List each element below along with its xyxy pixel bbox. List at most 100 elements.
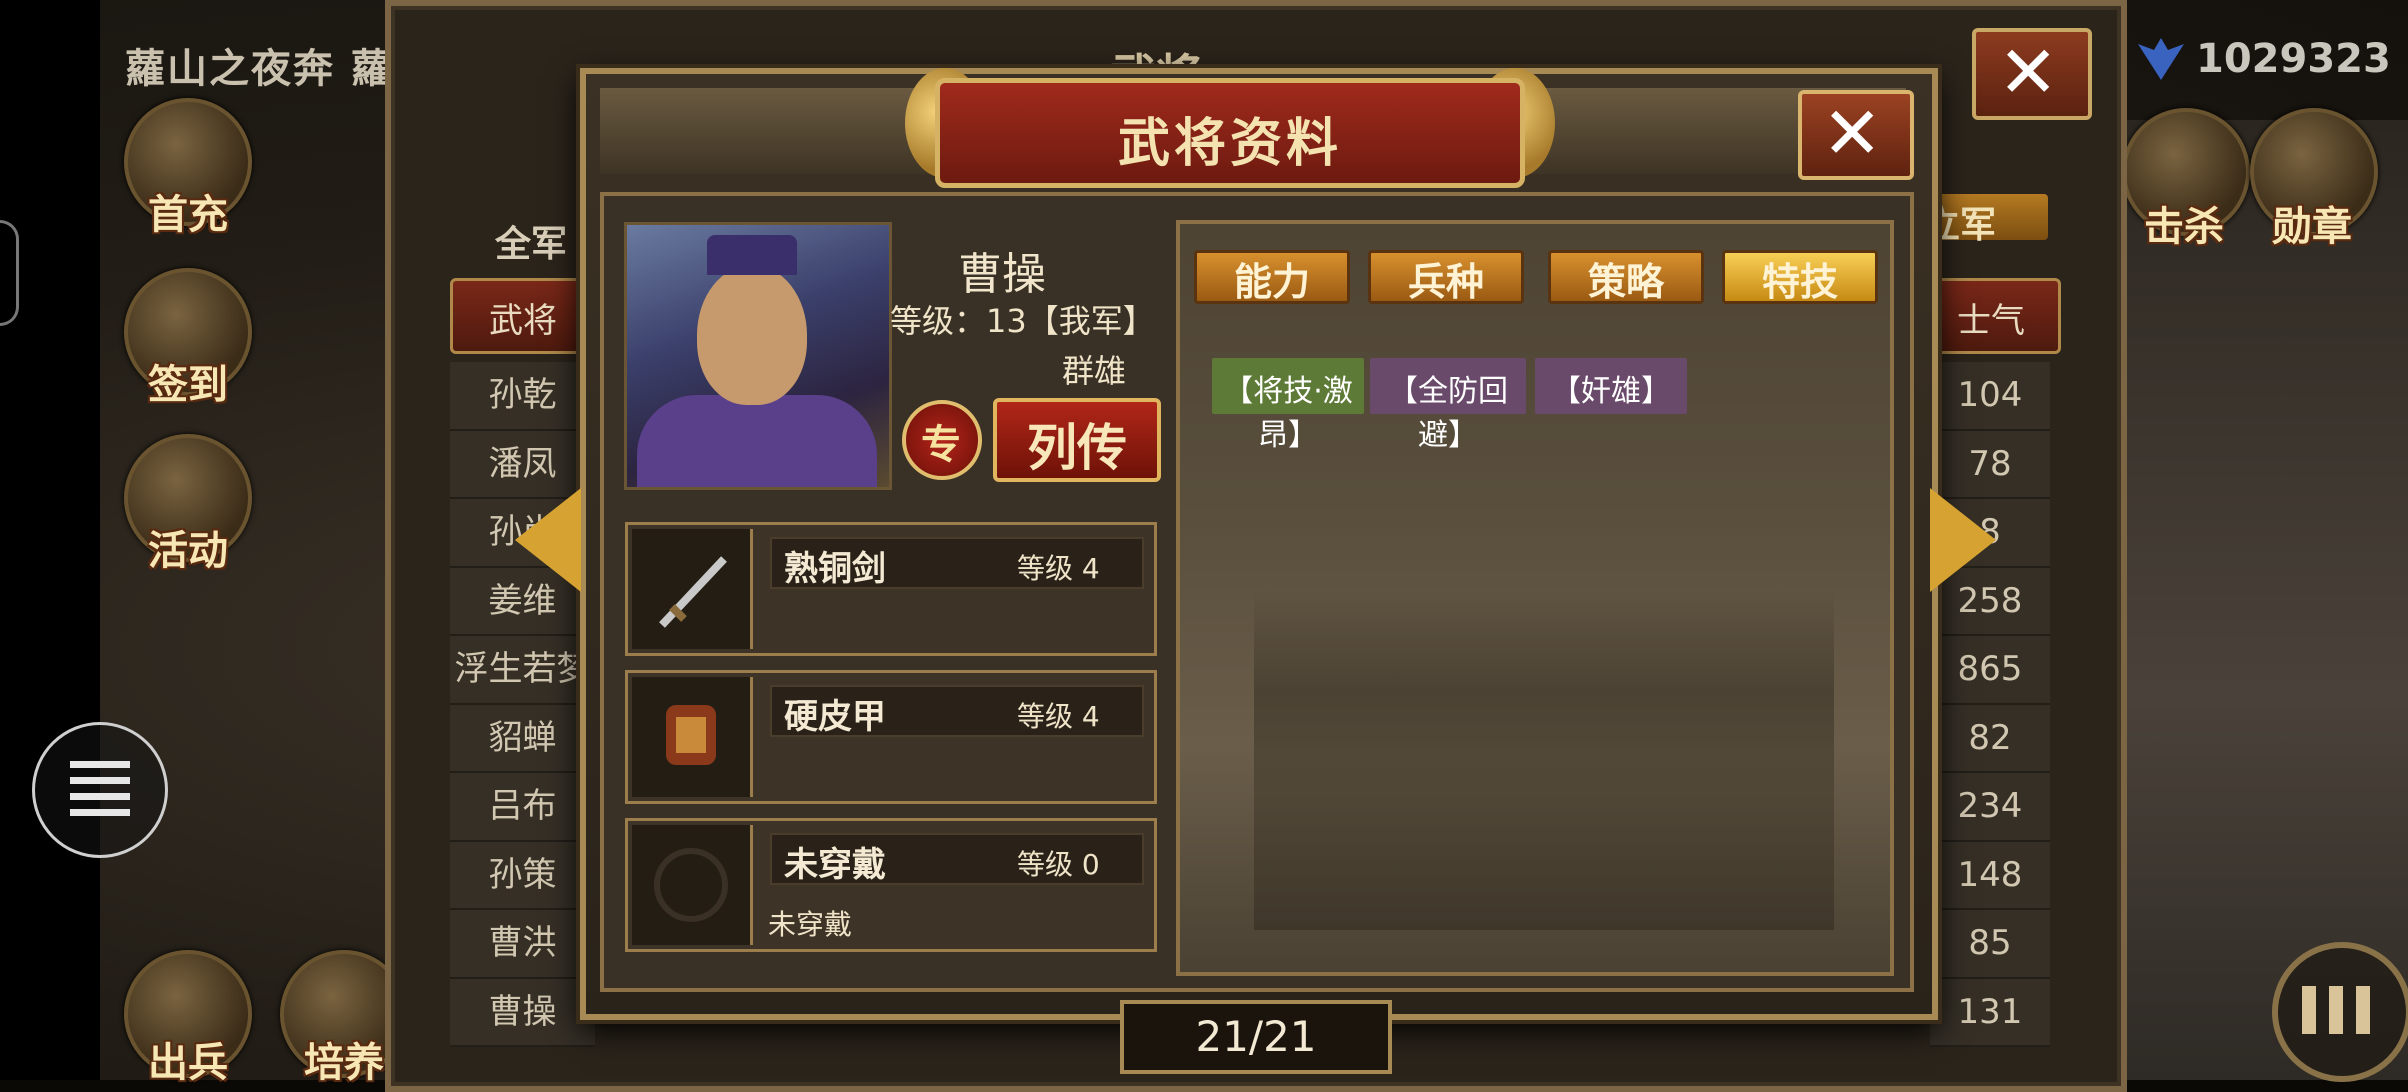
hero-portrait xyxy=(624,222,892,490)
tab-strategy-label: 策略 xyxy=(1587,260,1664,304)
dialog-close-button[interactable]: ✕ xyxy=(1798,90,1914,180)
list-item[interactable]: 曹操 xyxy=(450,978,595,1047)
equipment-name: 硬皮甲 xyxy=(784,697,886,737)
tab-ability[interactable]: 能力 xyxy=(1194,250,1350,304)
menu-bar-icon xyxy=(2356,986,2370,1034)
screen-notch xyxy=(0,220,19,326)
armor-icon xyxy=(632,677,753,797)
biography-button[interactable]: 列传 xyxy=(993,398,1161,482)
tab-strategy[interactable]: 策略 xyxy=(1548,250,1704,304)
menu-line-icon xyxy=(70,809,130,816)
tab-troop-type[interactable]: 兵种 xyxy=(1368,250,1524,304)
menu-line-icon xyxy=(70,777,130,784)
equipment-slot-empty[interactable]: 未穿戴 等级 0 未穿戴 xyxy=(625,818,1157,952)
medal-label: 勋章 xyxy=(2272,204,2352,250)
medal-button[interactable]: 勋章 xyxy=(2250,108,2378,250)
list-item[interactable]: 曹洪 xyxy=(450,910,595,979)
wing-icon xyxy=(2138,38,2184,80)
close-icon: ✕ xyxy=(1998,30,2059,114)
biography-label: 列传 xyxy=(1027,419,1127,477)
column-header-morale[interactable]: 士气 xyxy=(1930,278,2061,354)
column-header-general[interactable]: 武将 xyxy=(450,278,596,354)
tab-special-skill[interactable]: 特技 xyxy=(1722,250,1878,304)
equipment-name: 熟铜剑 xyxy=(784,549,886,589)
tab-troop-type-label: 兵种 xyxy=(1407,260,1484,304)
first-recharge-button[interactable]: 首充 xyxy=(124,98,252,238)
general-name-column: 孙乾 潘凤 孙尚 姜维 浮生若梦 貂蝉 吕布 孙策 曹洪 曹操 xyxy=(450,362,595,1047)
list-value: 131 xyxy=(1930,978,2050,1047)
list-value: 148 xyxy=(1930,841,2050,910)
close-icon: ✕ xyxy=(1822,91,1883,175)
equipment-level: 等级 4 xyxy=(1017,552,1100,585)
equipment-name-bar: 熟铜剑 等级 4 xyxy=(770,537,1144,589)
left-black-bar xyxy=(0,0,100,1080)
hero-name: 曹操 xyxy=(958,249,1046,300)
sword-icon xyxy=(632,529,753,649)
activity-button[interactable]: 活动 xyxy=(124,434,252,574)
checkin-button[interactable]: 签到 xyxy=(124,268,252,408)
hero-faction: 群雄 xyxy=(1062,352,1127,390)
floating-menu-button[interactable] xyxy=(32,722,168,858)
dialog-title-plate: 武将资料 xyxy=(935,78,1525,188)
kills-button[interactable]: 击杀 xyxy=(2122,108,2250,250)
column-header-morale-label: 士气 xyxy=(1957,301,2025,341)
currency-value: 1029323 xyxy=(2196,36,2391,82)
equipment-level: 等级 0 xyxy=(1017,848,1100,881)
list-value: 85 xyxy=(1930,910,2050,979)
tab-all-army[interactable]: 全军 xyxy=(495,215,567,267)
scenery-illustration xyxy=(1254,590,1834,930)
dragon-icon xyxy=(632,825,753,945)
page-number: 21/21 xyxy=(1195,1012,1317,1061)
dialog-title: 武将资料 xyxy=(1117,114,1342,174)
morale-value-column: 104 78 8 258 865 82 234 148 85 131 xyxy=(1930,362,2050,1047)
equipment-description: 未穿戴 xyxy=(768,908,853,941)
map-banner-title: 蘿山之夜奔 蘿 xyxy=(125,46,393,92)
deploy-button[interactable]: 出兵 xyxy=(124,950,252,1086)
tab-special-skill-label: 特技 xyxy=(1761,260,1838,304)
main-menu-button[interactable] xyxy=(2272,942,2408,1082)
equipment-name: 未穿戴 xyxy=(784,845,886,885)
kills-label: 击杀 xyxy=(2144,204,2224,250)
list-value: 82 xyxy=(1930,704,2050,773)
menu-bar-icon xyxy=(2329,986,2343,1034)
scene-right-wall xyxy=(2100,120,2408,1080)
list-item[interactable]: 吕布 xyxy=(450,773,595,842)
activity-label: 活动 xyxy=(148,528,228,574)
tab-ability-label: 能力 xyxy=(1233,260,1310,304)
equipment-level: 等级 4 xyxy=(1017,700,1100,733)
skill-label: 【全防回避】 xyxy=(1388,374,1508,453)
deploy-label: 出兵 xyxy=(148,1040,228,1086)
list-item[interactable]: 浮生若梦 xyxy=(450,636,595,705)
menu-line-icon xyxy=(70,761,130,768)
list-value: 865 xyxy=(1930,636,2050,705)
portrait-face xyxy=(697,265,807,405)
general-list-close-button[interactable]: ✕ xyxy=(1972,28,2092,120)
skill-label: 【将技·激昂】 xyxy=(1223,374,1353,453)
currency-display: 1029323 xyxy=(2114,30,2404,90)
cultivate-label: 培养 xyxy=(304,1040,384,1086)
skill-label: 【奸雄】 xyxy=(1551,374,1671,409)
equipment-name-bar: 未穿戴 等级 0 xyxy=(770,833,1144,885)
skill-badge[interactable]: 【奸雄】 xyxy=(1535,358,1687,414)
list-value: 234 xyxy=(1930,773,2050,842)
skill-badge[interactable]: 【将技·激昂】 xyxy=(1212,358,1364,453)
list-item[interactable]: 孙策 xyxy=(450,841,595,910)
column-header-general-label: 武将 xyxy=(489,301,557,341)
specialty-button[interactable]: 专 xyxy=(902,400,982,480)
page-indicator: 21/21 xyxy=(1120,1000,1392,1074)
menu-bar-icon xyxy=(2302,986,2316,1034)
equipment-name-bar: 硬皮甲 等级 4 xyxy=(770,685,1144,737)
equipment-slot-armor[interactable]: 硬皮甲 等级 4 xyxy=(625,670,1157,804)
menu-line-icon xyxy=(70,793,130,800)
list-item[interactable]: 孙乾 xyxy=(450,362,595,431)
hero-level: 等级：13【我军】 xyxy=(890,302,1155,340)
specialty-label: 专 xyxy=(921,422,961,468)
previous-arrow-icon[interactable] xyxy=(515,488,581,592)
equipment-slot-weapon[interactable]: 熟铜剑 等级 4 xyxy=(625,522,1157,656)
first-recharge-label: 首充 xyxy=(148,192,228,238)
skill-badge[interactable]: 【全防回避】 xyxy=(1370,358,1526,453)
next-arrow-icon[interactable] xyxy=(1930,488,1996,592)
list-item[interactable]: 貂蝉 xyxy=(450,704,595,773)
checkin-label: 签到 xyxy=(148,362,228,408)
portrait-hat xyxy=(707,235,797,275)
